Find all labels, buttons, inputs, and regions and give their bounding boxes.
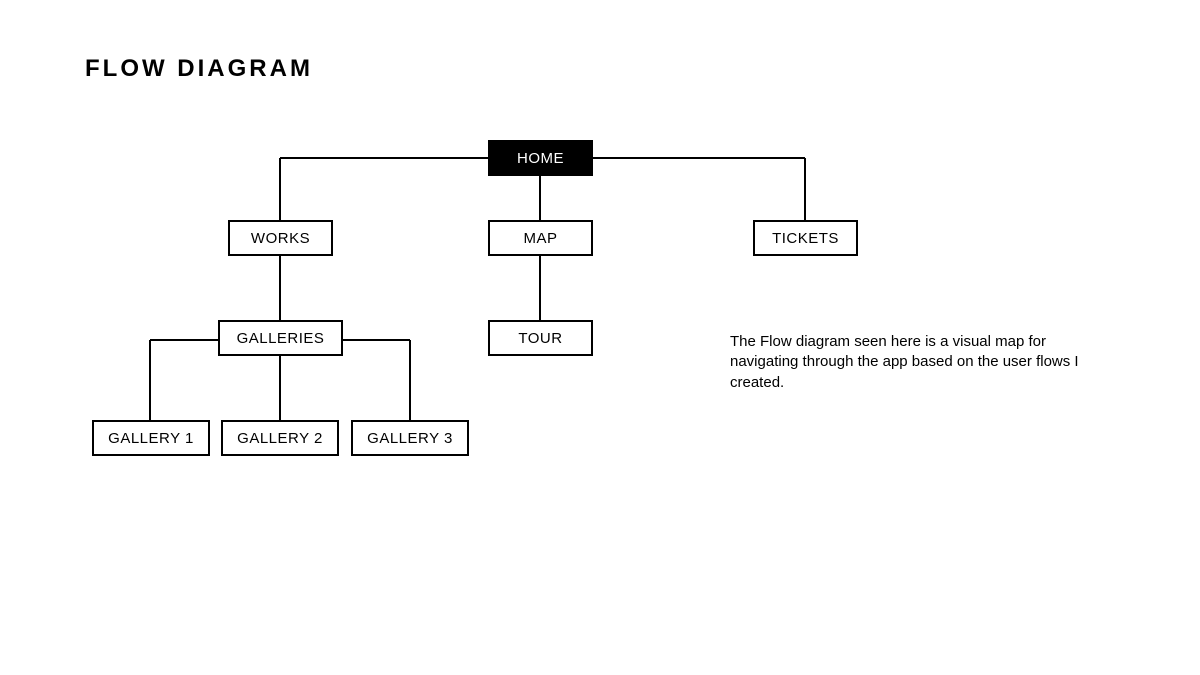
node-home: HOME — [488, 140, 593, 176]
node-map-label: MAP — [523, 230, 557, 247]
flow-diagram: HOME WORKS MAP TICKETS GALLERIES TOUR GA… — [80, 120, 900, 520]
node-galleries: GALLERIES — [218, 320, 343, 356]
node-works: WORKS — [228, 220, 333, 256]
node-works-label: WORKS — [251, 230, 310, 247]
diagram-description: The Flow diagram seen here is a visual m… — [730, 332, 1090, 393]
node-galleries-label: GALLERIES — [237, 330, 325, 347]
node-gallery-3: GALLERY 3 — [351, 420, 469, 456]
node-gallery-1: GALLERY 1 — [92, 420, 210, 456]
node-tour-label: TOUR — [518, 330, 562, 347]
node-tour: TOUR — [488, 320, 593, 356]
node-tickets-label: TICKETS — [772, 230, 839, 247]
node-gallery-2: GALLERY 2 — [221, 420, 339, 456]
page: FLOW DIAGRAM HOME WO — [0, 0, 1200, 675]
node-tickets: TICKETS — [753, 220, 858, 256]
node-map: MAP — [488, 220, 593, 256]
node-home-label: HOME — [517, 150, 564, 167]
node-gallery-2-label: GALLERY 2 — [237, 430, 323, 447]
page-title: FLOW DIAGRAM — [85, 55, 313, 83]
node-gallery-1-label: GALLERY 1 — [108, 430, 194, 447]
node-gallery-3-label: GALLERY 3 — [367, 430, 453, 447]
